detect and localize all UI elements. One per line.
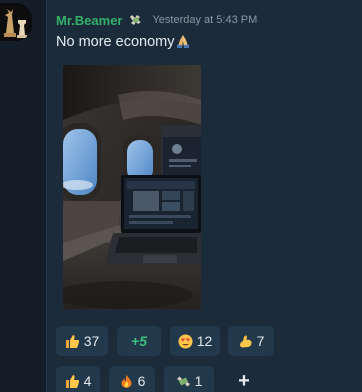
fire-icon <box>119 374 134 389</box>
reaction-count: 12 <box>196 333 213 349</box>
message-header: Mr.Beamer Yesterday at 5:43 PM <box>56 11 257 29</box>
reaction-count: 7 <box>256 333 265 349</box>
add-reaction-button[interactable]: + <box>224 366 264 392</box>
reaction-more[interactable]: +5 <box>117 326 161 356</box>
author-name[interactable]: Mr.Beamer <box>56 13 122 28</box>
reaction-thumbs-up-2[interactable]: 4 <box>56 366 100 392</box>
heart-eyes-face-icon <box>178 334 193 349</box>
reaction-count: 1 <box>194 373 203 389</box>
money-with-wings-icon <box>128 13 144 27</box>
reaction-heart-eyes[interactable]: 12 <box>170 326 220 356</box>
reaction-count: 6 <box>137 373 146 389</box>
reaction-count: 37 <box>83 333 100 349</box>
thumbs-up-icon <box>65 334 80 349</box>
message-timestamp: Yesterday at 5:43 PM <box>152 14 258 26</box>
reaction-count: 4 <box>83 373 92 389</box>
message-text: No more economy <box>56 34 191 50</box>
thumbs-up-icon <box>65 374 80 389</box>
flexed-biceps-icon <box>238 334 253 349</box>
plus-icon: + <box>238 369 250 392</box>
reaction-count: +5 <box>131 333 147 349</box>
message: Mr.Beamer Yesterday at 5:43 PM No more e… <box>46 0 362 392</box>
money-with-wings-icon <box>176 374 191 389</box>
reaction-fire[interactable]: 6 <box>109 366 155 392</box>
chat-view: Mr.Beamer Yesterday at 5:43 PM No more e… <box>0 0 362 392</box>
avatar[interactable] <box>0 3 32 41</box>
message-body: No more economy <box>56 34 175 50</box>
avatar-gutter <box>0 0 46 392</box>
folded-hands-icon <box>175 34 191 48</box>
image-attachment[interactable] <box>63 65 201 309</box>
reaction-thumbs-up[interactable]: 37 <box>56 326 108 356</box>
airplane-cabin-laptop-photo <box>63 65 201 309</box>
reaction-flexed-biceps[interactable]: 7 <box>228 326 274 356</box>
reaction-money-with-wings[interactable]: 1 <box>164 366 214 392</box>
avatar-chess-icon <box>0 3 32 41</box>
